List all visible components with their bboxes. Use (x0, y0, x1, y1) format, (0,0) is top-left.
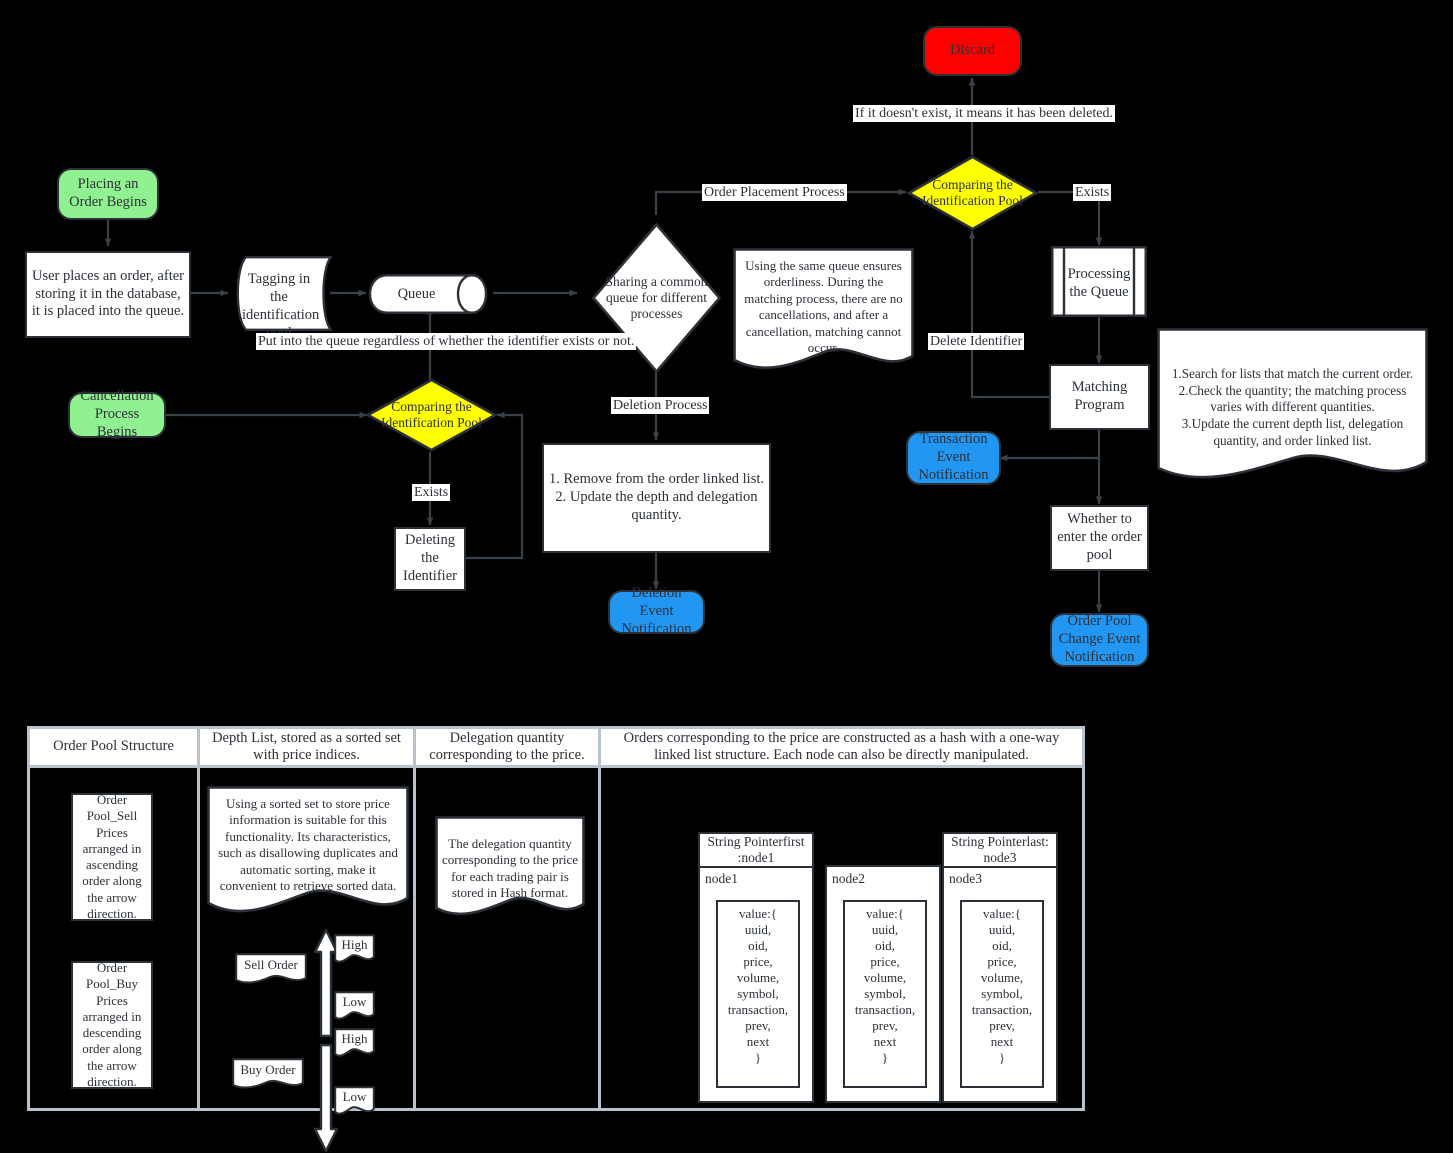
sell-order-label: Sell Order (235, 953, 307, 985)
node-label: Whether to enter the order pool (1057, 511, 1142, 563)
linked-list-node-card[interactable]: node1 value:{ uuid, oid, price, volume, … (698, 865, 814, 1103)
note-text: Using the same queue ensures orderliness… (744, 258, 903, 355)
node-label: Tagging in the identification pool (242, 271, 320, 341)
node-title: node2 (832, 871, 865, 886)
node-label: Matching Program (1071, 379, 1128, 413)
note-delegation-hash: The delegation quantity corresponding to… (435, 816, 585, 921)
buy-order-label: Buy Order (232, 1058, 304, 1090)
note-text: The delegation quantity corresponding to… (441, 836, 579, 901)
label-text: Buy Order (240, 1062, 296, 1077)
sell-high-label: High (334, 934, 375, 964)
node-transaction-event-notification[interactable]: Transaction Event Notification (906, 431, 1001, 485)
label-text: High (341, 937, 368, 952)
label-text: Low (342, 994, 367, 1009)
order-pool-sell-box[interactable]: Order Pool_Sell Prices arranged in ascen… (71, 792, 153, 921)
column-header: Order Pool Structure (30, 729, 197, 768)
node-comparing-identification-pool-left[interactable]: Comparing the Identification Pool (366, 378, 497, 452)
table-column-depth-list: Depth List, stored as a sorted set with … (200, 729, 416, 1153)
label-text: Low (342, 1089, 367, 1104)
edge-label-exists-right: Exists (1073, 184, 1112, 202)
note-matching-steps: 1.Search for lists that match the curren… (1157, 328, 1428, 490)
node-label: Order Pool Change Event Notification (1058, 613, 1141, 665)
node-label: Placing an Order Begins (69, 176, 147, 210)
table-column-order-pool-structure: Order Pool Structure Order Pool_Sell Pri… (30, 729, 200, 1108)
sell-low-label: Low (334, 991, 375, 1021)
node-whether-enter-order-pool[interactable]: Whether to enter the order pool (1050, 505, 1149, 571)
node-comparing-identification-pool-right[interactable]: Comparing the Identification Pool (907, 155, 1038, 231)
node-order-pool-change-event[interactable]: Order Pool Change Event Notification (1050, 613, 1149, 667)
node-user-places-order[interactable]: User places an order, after storing it i… (25, 251, 191, 338)
label-text: Sell Order (244, 957, 298, 972)
table-column-linked-list: Orders corresponding to the price are co… (601, 729, 1082, 1108)
node-label: 1. Remove from the order linked list. 2.… (548, 471, 765, 523)
label-text: High (341, 1031, 368, 1046)
node-placing-order-begins[interactable]: Placing an Order Begins (57, 168, 159, 220)
node-label: Queue (397, 286, 436, 302)
linked-list-node-card[interactable]: node2 value:{ uuid, oid, price, volume, … (825, 865, 941, 1103)
edge-label-if-not-exist: If it doesn't exist, it means it has bee… (853, 105, 1115, 123)
edge-label-deletion-process: Deletion Process (611, 397, 710, 415)
column-header: Depth List, stored as a sorted set with … (200, 729, 413, 768)
node-label: Comparing the Identification Pool (922, 177, 1023, 208)
node-value-box: value:{ uuid, oid, price, volume, symbol… (843, 900, 927, 1088)
node-cancellation-process-begins[interactable]: Cancellation Process Begins (68, 388, 166, 440)
node-label: Transaction Event Notification (918, 431, 989, 483)
column-body: The delegation quantity corresponding to… (416, 768, 598, 1108)
column-body: Order Pool_Sell Prices arranged in ascen… (30, 768, 197, 1108)
node-deletion-event-notification[interactable]: Deletion Event Notification (608, 585, 705, 637)
node-tagging-identification-pool[interactable]: Tagging in the identification pool (232, 256, 332, 341)
node-discard[interactable]: Discard (923, 26, 1022, 76)
node-deletion-steps[interactable]: 1. Remove from the order linked list. 2.… (542, 443, 771, 553)
note-sorted-set: Using a sorted set to store price inform… (207, 786, 409, 921)
column-body: String Pointerfirst :node1 String Pointe… (601, 768, 1082, 1108)
note-queue-orderliness: Using the same queue ensures orderliness… (733, 248, 914, 373)
node-label: Deletion Event Notification (621, 585, 692, 637)
node-deleting-identifier[interactable]: Deleting the Identifier (394, 527, 466, 591)
edge-label-exists-left: Exists (412, 484, 451, 502)
note-text: 1.Search for lists that match the curren… (1171, 366, 1414, 448)
node-matching-program[interactable]: Matching Program (1049, 364, 1150, 430)
node-title: node3 (949, 871, 982, 886)
order-pool-buy-box[interactable]: Order Pool_Buy Prices arranged in descen… (71, 960, 153, 1089)
pointer-last-box: String Pointerlast: node3 (942, 832, 1058, 868)
order-pool-structure-table: Order Pool Structure Order Pool_Sell Pri… (27, 726, 1085, 1153)
node-label: Processing the Queue (1067, 266, 1131, 301)
buy-high-label: High (334, 1028, 375, 1058)
node-label: Sharing a common queue for different pro… (605, 274, 708, 321)
node-sharing-common-queue[interactable]: Sharing a common queue for different pro… (591, 222, 722, 374)
node-label: Comparing the Identification Pool (381, 399, 482, 430)
column-body: Using a sorted set to store price inform… (200, 768, 413, 1153)
node-processing-queue[interactable]: Processing the Queue (1051, 246, 1147, 317)
column-header: Delegation quantity corresponding to the… (416, 729, 598, 768)
node-label: User places an order, after storing it i… (31, 267, 185, 320)
node-label: Deleting the Identifier (403, 532, 457, 584)
node-value-box: value:{ uuid, oid, price, volume, symbol… (716, 900, 800, 1088)
node-title: node1 (705, 871, 738, 886)
edge-label-delete-identifier: Delete Identifier (928, 333, 1025, 351)
edge-label-put-into-queue: Put into the queue regardless of whether… (256, 333, 637, 351)
node-label: Discard (949, 42, 996, 59)
pointer-first-box: String Pointerfirst :node1 (698, 832, 814, 868)
node-queue[interactable]: Queue (367, 274, 492, 314)
linked-list-node-card[interactable]: node3 value:{ uuid, oid, price, volume, … (942, 865, 1058, 1103)
table-column-delegation-quantity: Delegation quantity corresponding to the… (416, 729, 601, 1108)
note-text: Using a sorted set to store price inform… (218, 796, 398, 893)
node-label: Cancellation Process Begins (80, 388, 154, 440)
edge-label-order-placement-process: Order Placement Process (702, 184, 847, 202)
column-header: Orders corresponding to the price are co… (601, 729, 1082, 768)
buy-low-label: Low (334, 1086, 375, 1116)
node-value-box: value:{ uuid, oid, price, volume, symbol… (960, 900, 1044, 1088)
